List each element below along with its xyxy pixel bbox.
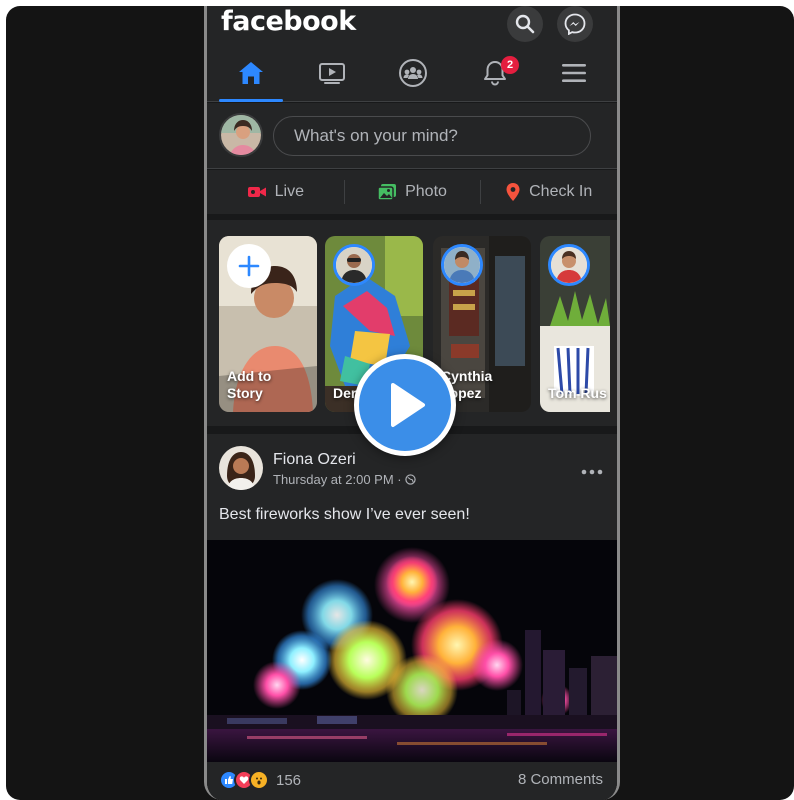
play-button[interactable] [354,354,456,456]
search-button[interactable] [507,6,543,42]
profile-photo-icon [221,115,261,155]
messenger-icon [564,13,586,35]
tab-home[interactable] [219,44,283,102]
live-label: Live [274,183,305,200]
avatar[interactable] [219,446,263,490]
story-card[interactable]: Tom Rus [540,236,610,412]
tab-groups[interactable] [381,44,445,102]
avatar [441,244,483,286]
reaction-count: 156 [276,771,302,789]
wow-reaction-icon [249,770,269,790]
globe-icon [405,474,416,485]
story-label: Der [333,385,357,401]
fireworks-image [207,540,617,762]
feed-post: Fiona Ozeri Thursday at 2:00 PM · Best f… [207,434,617,800]
checkin-button[interactable]: Check In [480,170,617,214]
home-icon [239,62,263,84]
status-input[interactable]: What's on your mind? [273,116,591,156]
post-timestamp: Thursday at 2:00 PM · [273,472,416,487]
story-label: Tom Rus [548,385,607,401]
post-time-text: Thursday at 2:00 PM · [273,472,406,487]
tab-bar: 2 [207,44,617,102]
post-author[interactable]: Fiona Ozeri [273,451,356,469]
facebook-logo: facebook [221,6,356,37]
play-icon [391,383,425,427]
reaction-summary[interactable]: 156 [219,770,301,790]
checkin-label: Check In [529,183,593,200]
profile-photo-icon [219,446,263,490]
composer-actions: Live Photo Check In [207,170,617,214]
comments-count[interactable]: 8 Comments [518,771,603,788]
tab-notifications[interactable]: 2 [463,44,527,102]
video-icon [319,63,345,84]
more-icon [581,469,603,475]
avatar[interactable] [219,113,263,157]
messenger-button[interactable] [557,6,593,42]
profile-photo-icon [551,247,587,283]
story-card-add[interactable]: Add to Story [219,236,317,412]
location-pin-icon [506,183,520,201]
groups-icon [399,59,427,87]
profile-photo-icon [444,247,480,283]
more-options-button[interactable] [581,458,603,481]
search-icon [515,14,535,34]
plus-icon [238,255,260,277]
photo-icon [377,184,397,201]
profile-photo-icon [336,247,372,283]
photo-button[interactable]: Photo [343,170,481,214]
photo-label: Photo [405,183,447,200]
avatar [548,244,590,286]
avatar [333,244,375,286]
post-text: Best fireworks show I’ve ever seen! [219,506,470,523]
post-photo[interactable] [207,540,617,762]
post-composer: What's on your mind? [207,103,617,169]
video-frame: facebook 2 What's on your mind? Live Pho… [6,6,794,800]
live-button[interactable]: Live [207,170,344,214]
add-story-button[interactable] [227,244,271,288]
live-video-icon [247,187,266,197]
hamburger-icon [562,64,586,82]
tab-menu[interactable] [542,44,606,102]
top-bar: facebook [207,6,617,44]
notification-badge: 2 [501,56,519,74]
story-label: Add to Story [227,368,272,401]
tab-watch[interactable] [300,44,364,102]
